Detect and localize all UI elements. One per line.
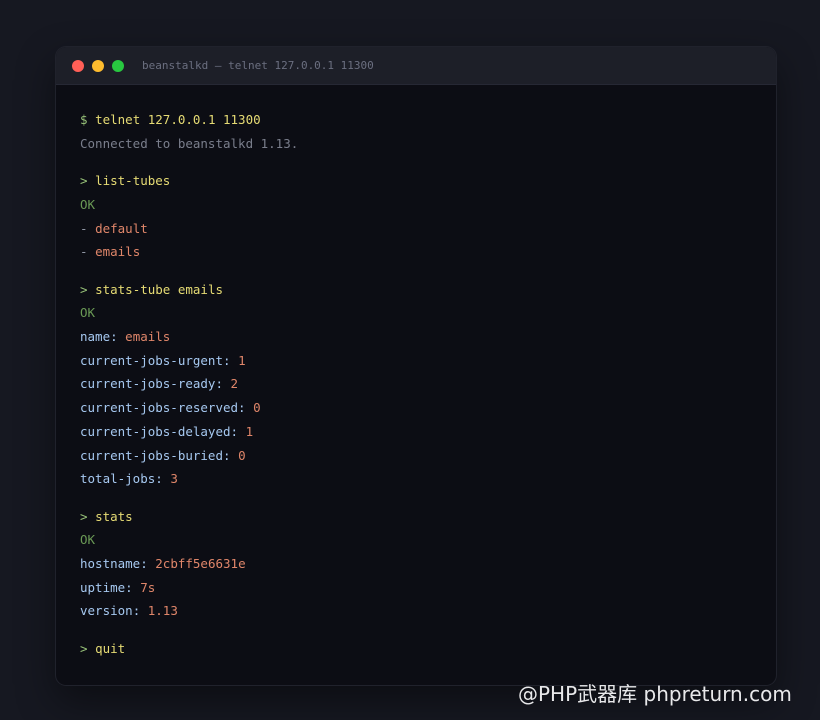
stat-key: version: [80, 603, 133, 619]
shell-prompt: $: [80, 112, 88, 127]
terminal-line: > quit: [80, 637, 756, 661]
stat-key: total-jobs: [80, 471, 156, 487]
stat-value: 2: [230, 376, 239, 392]
status-ok: OK: [80, 196, 96, 212]
stat-value: 0: [253, 400, 261, 416]
stat-key: current-jobs-buried: [80, 447, 223, 463]
stat-key: uptime: [80, 579, 126, 595]
command-prompt: >: [80, 173, 88, 189]
stat-value: 0: [238, 447, 246, 463]
window-title: beanstalkd — telnet 127.0.0.1 11300: [142, 59, 374, 72]
terminal-command: list-tubes: [95, 173, 171, 189]
stat-key: current-jobs-ready: [80, 376, 216, 392]
stat-value: emails: [125, 329, 171, 345]
stat-key: current-jobs-reserved: [80, 400, 239, 416]
stat-value: 2cbff5e6631e: [155, 556, 246, 572]
stat-line: version: 1.13: [80, 603, 178, 619]
stat-line: hostname: 2cbff5e6631e: [80, 556, 246, 572]
close-window-button[interactable]: [72, 60, 84, 72]
tube-name: emails: [95, 244, 141, 260]
status-ok: OK: [80, 305, 96, 321]
terminal-command: quit: [95, 640, 126, 656]
stat-line: uptime: 7s: [80, 579, 156, 595]
stat-value: 3: [170, 471, 178, 487]
list-dash: -: [80, 220, 88, 236]
terminal-output[interactable]: $ telnet 127.0.0.1 11300 Connected to be…: [80, 108, 756, 661]
connected-message: Connected to beanstalkd 1.13.: [80, 135, 299, 151]
terminal-line: > list-tubes: [80, 169, 756, 193]
stat-key: current-jobs-delayed: [80, 423, 231, 439]
terminal-line: > stats-tube emails: [80, 278, 756, 302]
maximize-window-button[interactable]: [112, 60, 124, 72]
terminal-command: telnet 127.0.0.1 11300: [95, 112, 261, 127]
watermark-text: @PHP武器库 phpreturn.com: [518, 682, 792, 706]
tube-list-item: - default: [80, 217, 756, 241]
terminal-command: stats-tube emails: [95, 281, 223, 297]
terminal-command: stats: [95, 508, 133, 524]
status-ok: OK: [80, 532, 96, 548]
command-prompt: >: [80, 281, 88, 297]
stat-key: current-jobs-urgent: [80, 352, 223, 368]
stat-line: current-jobs-ready: 2: [80, 376, 239, 392]
minimize-window-button[interactable]: [92, 60, 104, 72]
stat-key: name: [80, 329, 111, 345]
stat-line: total-jobs: 3: [80, 471, 178, 487]
stat-line: current-jobs-urgent: 1: [80, 352, 246, 368]
command-prompt: >: [80, 640, 88, 656]
stat-line: current-jobs-delayed: 1: [80, 423, 254, 439]
tube-list-item: - emails: [80, 240, 756, 264]
stat-line: name: emails: [80, 329, 171, 345]
stat-line: current-jobs-reserved: 0: [80, 400, 261, 416]
title-bar: beanstalkd — telnet 127.0.0.1 11300: [56, 47, 776, 85]
stat-value: 1.13: [147, 603, 178, 619]
stat-key: hostname: [80, 556, 141, 572]
stat-value: 1: [245, 423, 254, 439]
terminal-line: $ telnet 127.0.0.1 11300: [80, 108, 756, 132]
tube-name: default: [95, 220, 148, 236]
terminal-line: > stats: [80, 505, 756, 529]
list-dash: -: [80, 244, 88, 260]
stat-value: 1: [238, 352, 246, 368]
terminal-window: beanstalkd — telnet 127.0.0.1 11300 $ te…: [56, 47, 776, 685]
stat-value: 7s: [140, 579, 156, 595]
command-prompt: >: [80, 508, 88, 524]
stat-line: current-jobs-buried: 0: [80, 447, 246, 463]
